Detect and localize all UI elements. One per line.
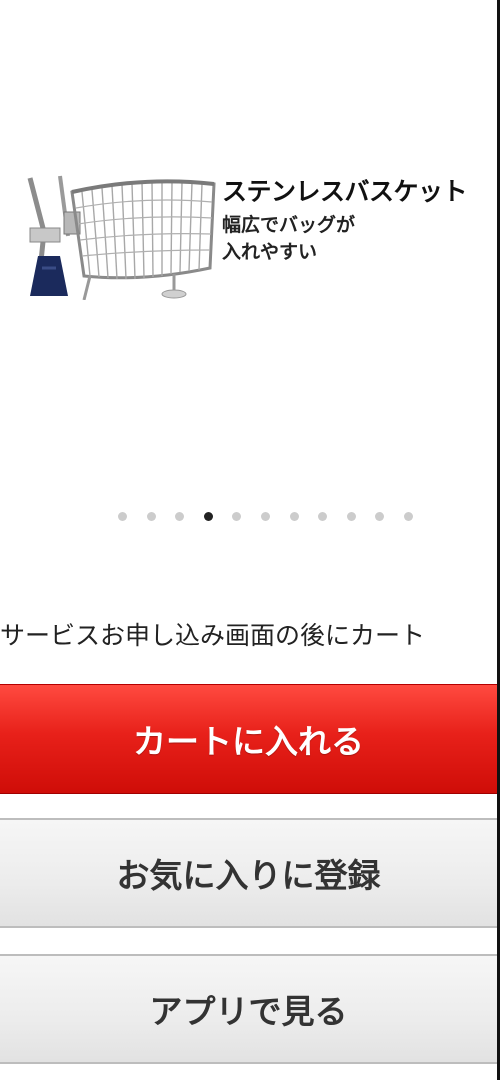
service-notice-text: サービスお申し込み画面の後にカート <box>0 621 426 650</box>
pagination-dot[interactable] <box>232 512 242 521</box>
pagination-dot[interactable] <box>318 512 328 521</box>
pagination-dot[interactable] <box>260 512 270 521</box>
pagination-dot[interactable] <box>375 512 385 521</box>
slide-description-line-1: 幅広でバッグが <box>222 214 356 236</box>
pagination-dot[interactable] <box>289 512 299 521</box>
slide-title: ステンレスバスケット <box>222 177 468 206</box>
add-to-favorites-button[interactable]: お気に入りに登録 <box>0 818 497 928</box>
product-image-carousel[interactable]: ステンレスバスケット 幅広でバッグが 入れやすい <box>0 0 497 560</box>
slide-description-line-2: 入れやすい <box>222 241 318 263</box>
slide-caption: ステンレスバスケット 幅広でバッグが 入れやすい <box>222 176 492 266</box>
open-in-app-button[interactable]: アプリで見る <box>0 954 497 1064</box>
carousel-pagination <box>118 512 433 522</box>
basket-image <box>24 172 216 300</box>
product-page: ステンレスバスケット 幅広でバッグが 入れやすい サービスお申し込み画面の後にカ… <box>0 0 500 1080</box>
add-to-cart-button[interactable]: カートに入れる <box>0 684 497 794</box>
pagination-dot[interactable] <box>346 512 356 521</box>
pagination-dot-active[interactable] <box>203 512 213 521</box>
pagination-dot[interactable] <box>118 512 127 521</box>
pagination-dot[interactable] <box>403 512 413 521</box>
pagination-dot[interactable] <box>175 512 185 521</box>
pagination-dot[interactable] <box>146 512 156 521</box>
